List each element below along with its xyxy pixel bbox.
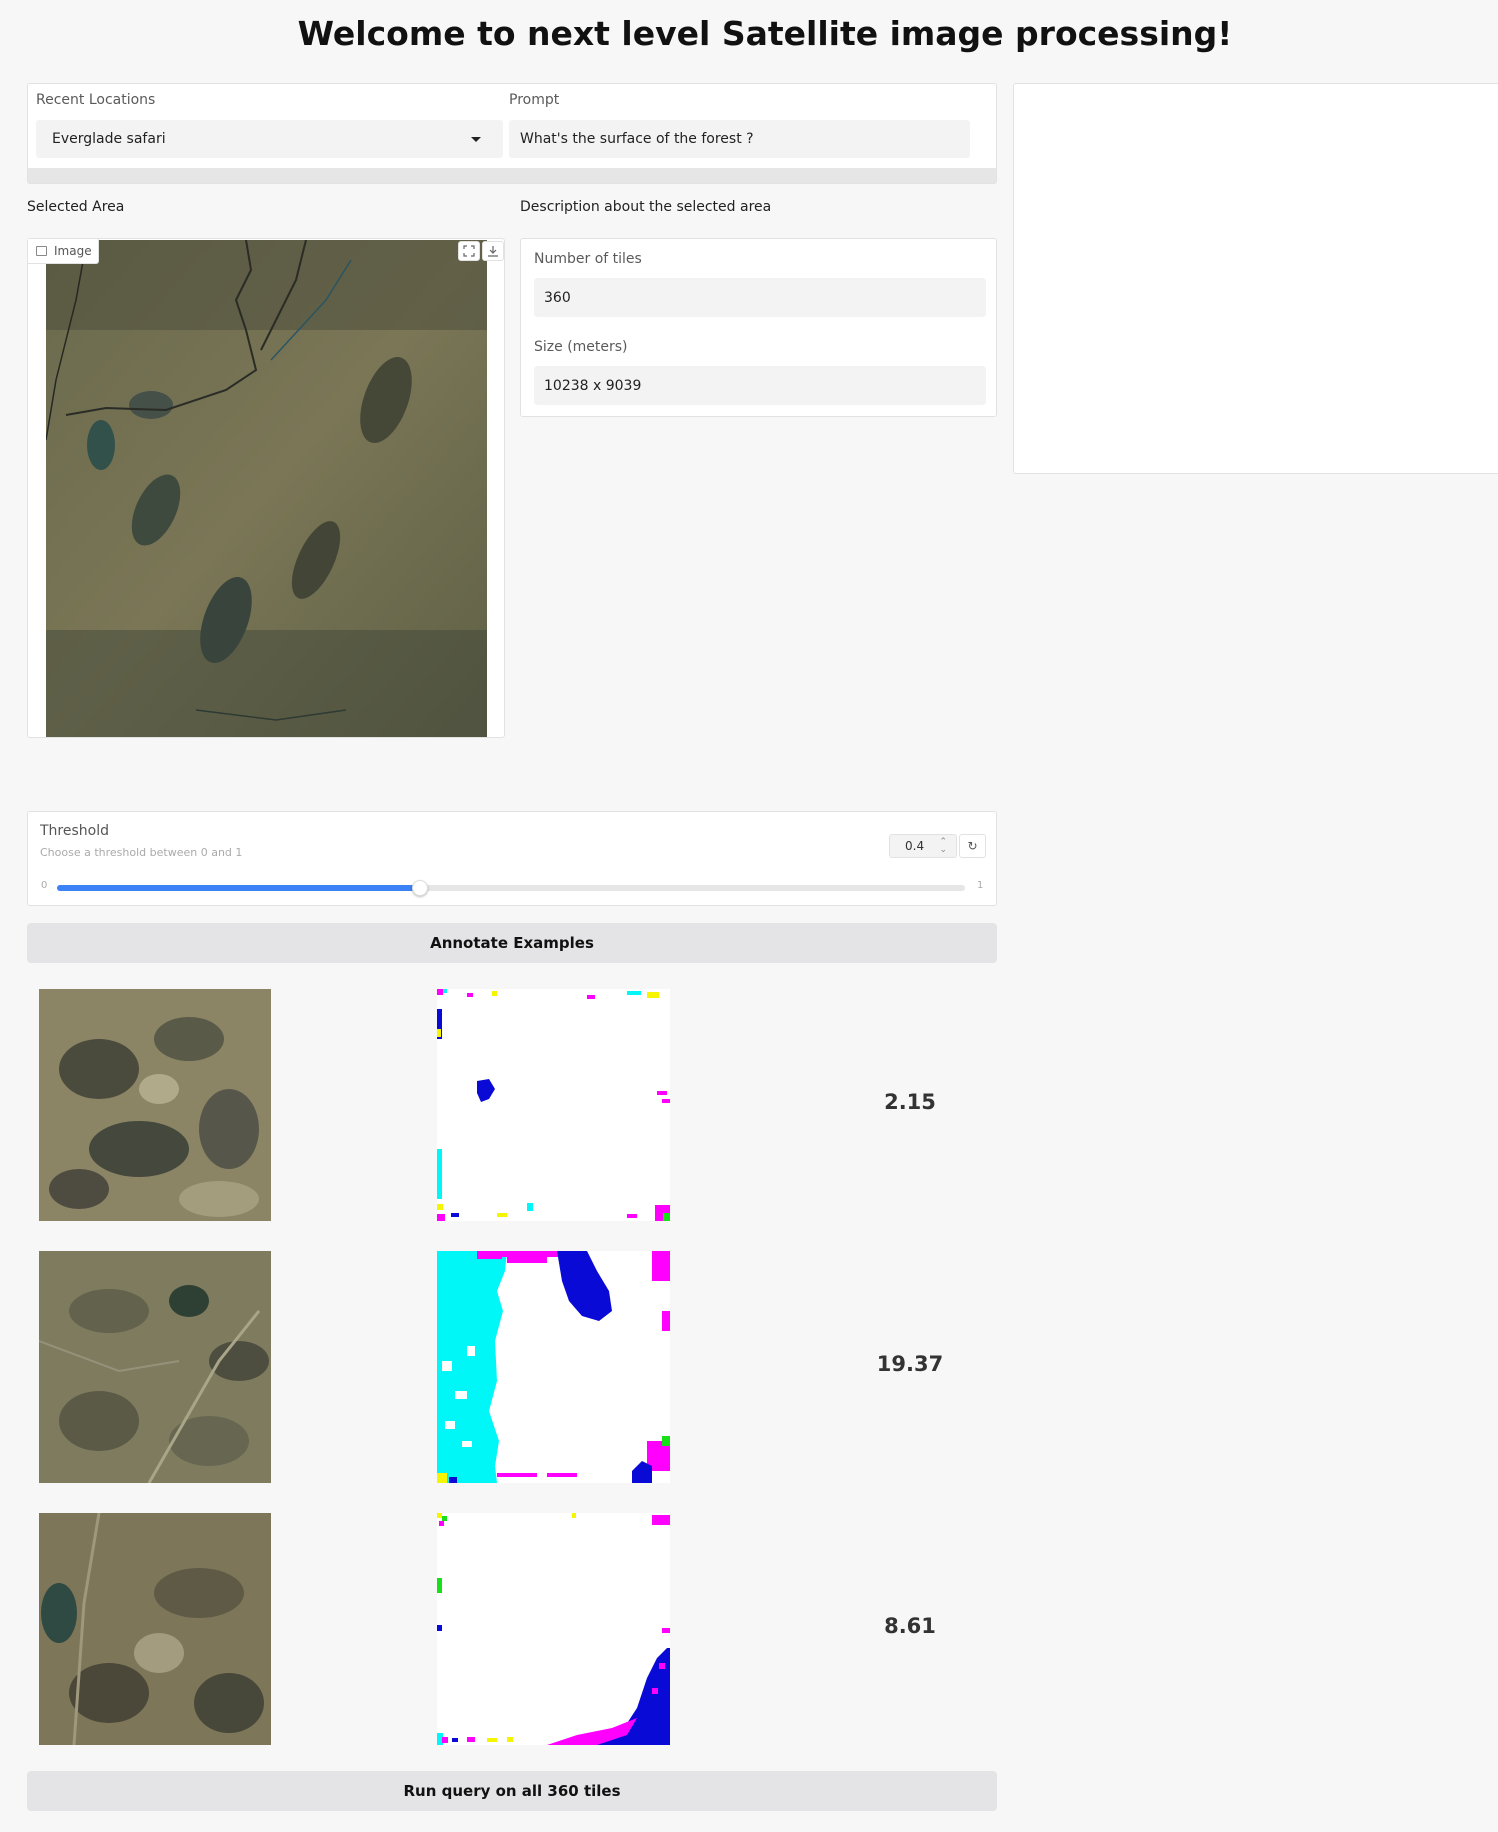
spin-arrows-icon[interactable]: ⌃ ⌄ xyxy=(939,838,947,855)
image-tag-label: Image xyxy=(54,244,92,258)
example-value: 8.61 xyxy=(884,1614,936,1638)
download-icon xyxy=(488,246,498,257)
description-label: Description about the selected area xyxy=(520,199,772,215)
example-tile-image xyxy=(39,989,271,1221)
slider-thumb[interactable] xyxy=(412,880,429,896)
run-query-button[interactable]: Run query on all 360 tiles xyxy=(27,1771,997,1811)
threshold-panel: Threshold Choose a threshold between 0 a… xyxy=(27,811,997,906)
tiles-label: Number of tiles xyxy=(534,251,642,267)
reset-icon: ↻ xyxy=(967,839,978,853)
threshold-number-value: 0.4 xyxy=(905,839,925,853)
dropdown-caret-icon xyxy=(471,137,481,142)
selected-area-image-panel: Image xyxy=(27,238,505,738)
page-title: Welcome to next level Satellite image pr… xyxy=(297,14,1233,53)
tiles-field: 360 xyxy=(534,278,986,317)
annotate-examples-button[interactable]: Annotate Examples xyxy=(27,923,997,963)
download-button[interactable] xyxy=(482,241,504,261)
size-field: 10238 x 9039 xyxy=(534,366,986,405)
slider-max-label: 1 xyxy=(977,880,984,891)
output-panel xyxy=(1013,83,1498,474)
example-value: 2.15 xyxy=(884,1090,936,1114)
selected-area-label: Selected Area xyxy=(27,199,125,215)
recent-locations-dropdown[interactable]: Everglade safari xyxy=(36,120,503,158)
slider-min-label: 0 xyxy=(41,880,48,891)
example-tile-image xyxy=(39,1513,271,1745)
example-mask-image xyxy=(437,989,670,1221)
prompt-input[interactable]: What's the surface of the forest ? xyxy=(509,120,970,158)
slider-fill xyxy=(57,885,421,891)
prompt-input-value: What's the surface of the forest ? xyxy=(520,131,754,147)
fullscreen-button[interactable] xyxy=(458,241,480,261)
reset-button[interactable]: ↻ xyxy=(959,834,986,858)
fullscreen-icon xyxy=(463,245,475,257)
size-label: Size (meters) xyxy=(534,339,628,355)
threshold-number-input[interactable]: 0.4 ⌃ ⌄ xyxy=(889,834,957,858)
panel-footer-bar xyxy=(28,168,996,183)
threshold-slider[interactable] xyxy=(57,880,965,896)
description-panel: Number of tiles 360 Size (meters) 10238 … xyxy=(520,238,997,417)
size-value: 10238 x 9039 xyxy=(544,377,642,394)
prompt-label: Prompt xyxy=(509,92,560,108)
example-value: 19.37 xyxy=(876,1352,944,1376)
threshold-info: Choose a threshold between 0 and 1 xyxy=(40,846,243,859)
input-panel: Recent Locations Everglade safari Prompt… xyxy=(27,83,997,184)
recent-locations-value: Everglade safari xyxy=(52,131,166,147)
image-tag: Image xyxy=(28,239,99,264)
example-mask-image xyxy=(437,1251,670,1483)
recent-locations-label: Recent Locations xyxy=(36,92,156,108)
example-tile-image xyxy=(39,1251,271,1483)
tiles-value: 360 xyxy=(544,289,571,306)
example-mask-image xyxy=(437,1513,670,1745)
image-icon xyxy=(36,246,47,256)
threshold-label: Threshold xyxy=(40,823,109,839)
satellite-image xyxy=(45,239,487,737)
